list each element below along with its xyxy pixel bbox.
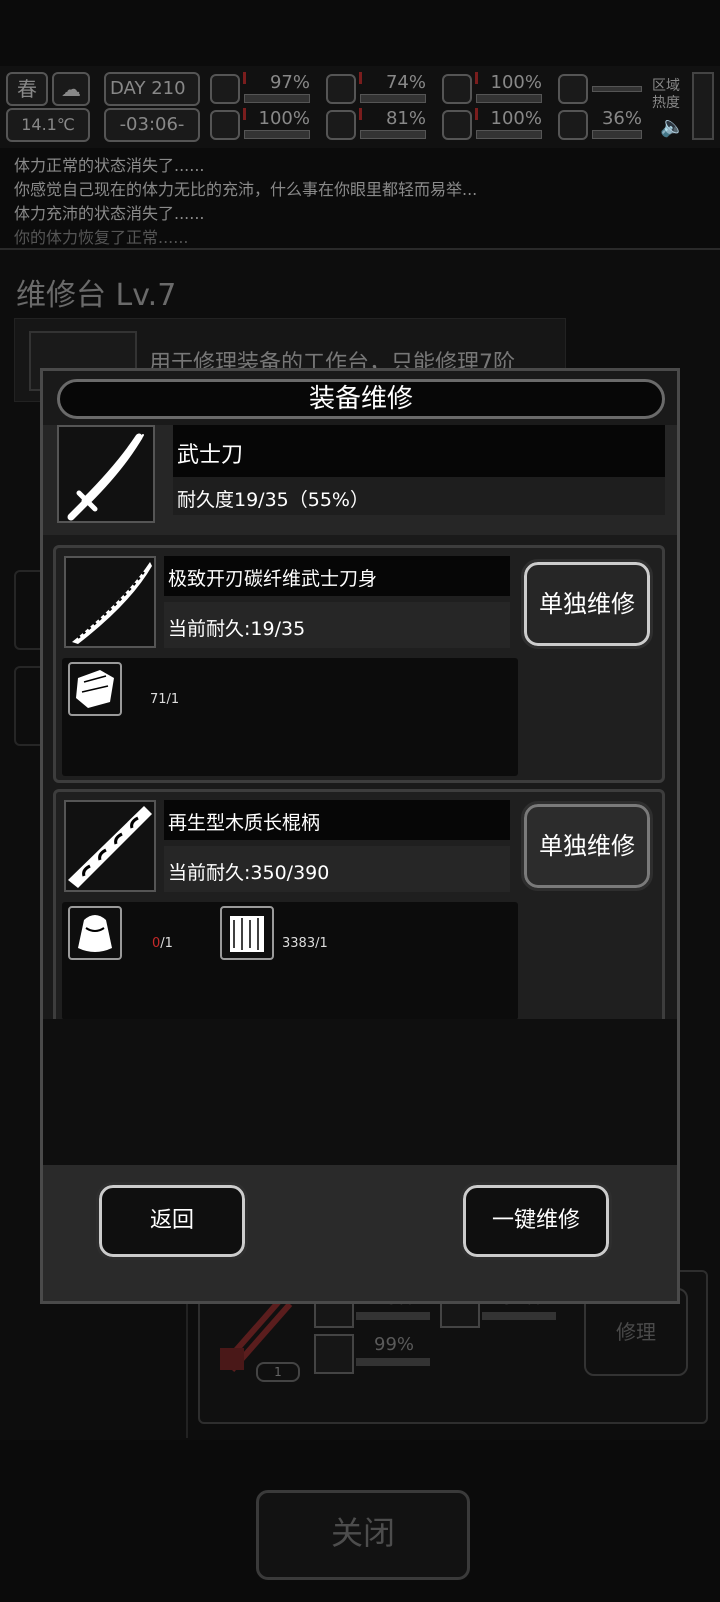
material-count: 3383/1 [282,936,328,951]
log-line: 你的体力恢复了正常...... [14,228,189,247]
workbench-title: 维修台 Lv.7 [16,278,177,313]
mod-bar [482,1312,556,1320]
clock-readout: -03:06- [104,108,200,142]
stat-thirst: 81% [326,108,426,142]
status-hud: 春 ☁ 14.1℃ DAY 210 -03:06- 97% 74% 100% 1… [0,66,720,148]
heat-meter [692,72,714,140]
weather-icon: ☁ [52,72,90,106]
stat-heart: 100% [442,108,542,142]
stat-health: 97% [210,72,310,106]
repair-part-button[interactable]: 单独维修 [521,559,653,649]
shoe-icon [558,74,588,104]
log-line: 体力充沛的状态消失了...... [14,204,205,223]
water-drop-icon [326,110,356,140]
equipment-repair-dialog: 装备维修 武士刀 耐久度19/35（55%） 极致开刃碳纤维武士刀身 当前耐久:… [40,368,680,1304]
part-list-empty-space [43,1019,677,1165]
log-line: 你感觉自己现在的体力无比的充沛，什么事在你眼里都轻而易举... [14,180,478,199]
dialog-title: 装备维修 [57,379,665,419]
part-durability-bar: 当前耐久:19/35 [164,602,510,648]
boot-slot [558,72,642,106]
stat-armor: 100% [442,72,542,106]
mod-bar [356,1312,430,1320]
season-indicator: 春 [6,72,48,106]
materials-area: 0/1 3383/1 [62,902,518,1020]
repair-part-button[interactable]: 单独维修 [521,801,653,891]
day-indicator: DAY 210 [104,72,200,106]
heart-icon [442,110,472,140]
part-name-bar: 极致开刃碳纤维武士刀身 [164,556,510,596]
mod-grip-icon [314,1334,354,1374]
staff-icon [64,800,156,892]
dialog-footer: 返回 一键维修 [43,1165,677,1301]
part-durability: 当前耐久:350/390 [168,862,330,884]
helmet-icon [442,74,472,104]
stat-hunger: 74% [326,72,426,106]
close-button[interactable]: 关闭 [256,1490,470,1580]
part-card: 再生型木质长棍柄 当前耐久:350/390 单独维修 0/1 3383/1 [53,789,665,1027]
bg-divider [186,1300,188,1438]
material-count: 0/1 [152,936,173,951]
materials-area: 71/1 [62,658,518,776]
part-name-bar: 再生型木质长棍柄 [164,800,510,840]
part-name: 极致开刃碳纤维武士刀身 [168,568,378,590]
katana-icon [57,425,155,523]
stat-mind: 100% [210,108,310,142]
slot-count: 1 [256,1362,300,1382]
selected-item: 武士刀 耐久度19/35（55%） [43,425,677,535]
mod-bar [356,1358,430,1366]
log-line: 体力正常的状态消失了...... [14,156,205,175]
cloth-icon [68,662,122,716]
boot-icon [558,110,588,140]
part-durability-bar: 当前耐久:350/390 [164,846,510,892]
stomach-icon [326,74,356,104]
item-name: 武士刀 [177,443,244,468]
mod-durability: 99% [374,1334,415,1355]
part-card: 极致开刃碳纤维武士刀身 当前耐久:19/35 单独维修 71/1 [53,545,665,783]
message-log: 体力正常的状态消失了...... 你感觉自己现在的体力无比的充沛，什么事在你眼里… [14,154,704,250]
wood-icon [220,906,274,960]
brain-icon [210,110,240,140]
stat-stamina: 36% [558,108,642,142]
item-durability-bar: 耐久度19/35（55%） [173,477,665,515]
bag-icon [68,906,122,960]
speaker-icon[interactable]: 🔈 [660,114,685,138]
medkit-icon [210,74,240,104]
back-button[interactable]: 返回 [96,1182,248,1260]
blade-icon [64,556,156,648]
zone-heat-label: 区域 热度 [652,78,680,111]
part-name: 再生型木质长棍柄 [168,812,321,834]
temperature-readout: 14.1℃ [6,108,90,142]
repair-all-button[interactable]: 一键维修 [460,1182,612,1260]
item-name-bar: 武士刀 [173,425,665,477]
item-durability: 耐久度19/35（55%） [177,489,369,511]
material-count: 71/1 [150,692,180,707]
part-durability: 当前耐久:19/35 [168,618,306,640]
